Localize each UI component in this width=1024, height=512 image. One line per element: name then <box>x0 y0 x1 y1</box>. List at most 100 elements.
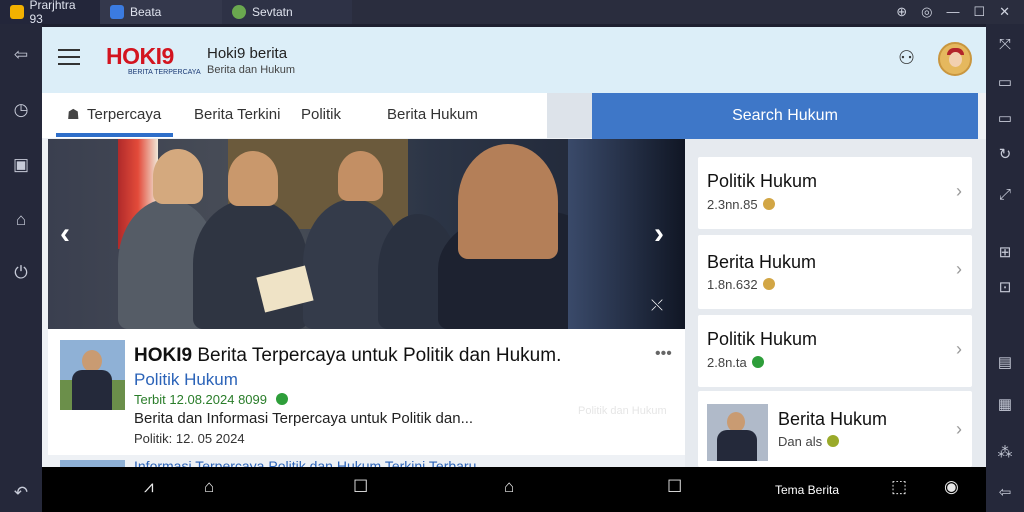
tab-politik[interactable]: Politik <box>301 106 341 123</box>
tab-divider <box>547 93 592 138</box>
card-thumbnail <box>707 404 768 461</box>
search-button[interactable]: Search Hukum <box>592 93 978 139</box>
recents-icon[interactable]: ☐ <box>667 477 682 497</box>
tab-terpercaya[interactable]: Terpercaya <box>87 106 161 123</box>
network-icon[interactable]: ⩘ <box>144 477 154 497</box>
thumb-head <box>82 350 102 372</box>
window-tab-2[interactable]: Beata <box>100 0 222 24</box>
person-head <box>228 151 278 206</box>
undo-icon[interactable]: ↶ <box>10 482 32 504</box>
user-icon[interactable]: ⚇ <box>898 47 915 70</box>
tab-berita-hukum[interactable]: Berita Hukum <box>387 106 478 123</box>
person-head <box>458 144 558 259</box>
tab-berita-terkini[interactable]: Berita Terkini <box>194 106 280 123</box>
home-icon <box>110 5 124 19</box>
active-tab-indicator <box>56 133 173 137</box>
clock-icon[interactable]: ◷ <box>10 99 32 121</box>
card-title: Berita Hukum <box>707 252 817 272</box>
sidebar-card[interactable]: Politik Hukum 2.8n.ta › <box>698 315 972 387</box>
rotate-icon[interactable]: ↻ <box>994 144 1016 166</box>
sidebar-card[interactable]: Berita Hukum 1.8n.632 › <box>698 235 972 309</box>
close-icon[interactable]: ✕ <box>999 4 1010 20</box>
window-tab-3[interactable]: Sevtatn <box>222 0 352 24</box>
logo-tagline: BERITA TERPERCAYA <box>128 69 201 76</box>
card-meta-text: 2.3nn.85 <box>707 197 758 212</box>
right-toolbar: ⤧ ▭ ▭ ↻ ⤢ ⊞ ⊡ ▤ ▦ ⁂ ⇦ <box>986 24 1024 512</box>
carousel-next-button[interactable]: › <box>654 217 664 251</box>
article-meta: Terbit 12.08.2024 8099 <box>134 392 288 407</box>
left-toolbar: ⇦ ◷ ▣ ⌂ ⏻ ↶ <box>0 24 42 512</box>
layout-icon[interactable]: ▤ <box>994 352 1016 374</box>
person-head <box>153 149 203 204</box>
settings-icon[interactable]: ◎ <box>921 4 932 20</box>
camera-icon[interactable]: ◉ <box>944 477 959 497</box>
brand-title: Hoki9 berita <box>207 45 288 62</box>
android-navbar: ⩘ ⌂ ☐ ⌂ ☐ Tema Berita ⬚ ◉ <box>42 467 986 512</box>
more-options-icon[interactable]: ••• <box>655 345 672 363</box>
nav-tabs: ☗ Terpercaya Berita Terkini Politik Beri… <box>42 93 547 138</box>
article-title-brand: HOKI9 <box>134 345 193 366</box>
sidebar-card[interactable]: Berita Hukum Dan als › <box>698 391 972 467</box>
thumb-body <box>717 430 757 461</box>
ghost-text: Politik dan Hukum <box>578 405 667 417</box>
background-shade <box>568 139 685 329</box>
window-titlebar: Prarjhtra 93 Beata Sevtatn ⊕ ◎ — ☐ ✕ <box>0 0 1024 26</box>
card-title: Politik Hukum <box>707 329 818 349</box>
next-article-thumbnail <box>60 460 125 467</box>
verified-icon <box>275 393 288 405</box>
status-dot-icon <box>762 278 775 290</box>
next-article-preview[interactable]: Informasi Terpercaya Politik dan Hukum T… <box>60 458 630 467</box>
back-icon[interactable]: ⇦ <box>10 44 32 66</box>
keyboard-icon[interactable]: ▭ <box>994 72 1016 94</box>
window-tab-label: Prarjhtra 93 <box>29 0 76 26</box>
article-meta-text: Terbit 12.08.2024 8099 <box>134 392 267 407</box>
shake-icon[interactable]: ⁂ <box>994 442 1016 464</box>
card-meta-text: 1.8n.632 <box>707 277 758 292</box>
app-header: HOKI9 BERITA TERPERCAYA Hoki9 berita Ber… <box>42 27 986 93</box>
share-icon[interactable]: ⤬ <box>651 297 663 314</box>
next-article-title: Informasi Terpercaya Politik dan Hukum T… <box>134 458 477 467</box>
sidebar-card[interactable]: Politik Hukum 2.3nn.85 › <box>698 157 972 229</box>
logo[interactable]: HOKI9 <box>106 43 174 70</box>
minimize-icon[interactable]: — <box>946 4 959 20</box>
power-icon[interactable]: ⏻ <box>10 262 32 284</box>
chevron-right-icon: › <box>956 339 962 359</box>
brand-subtitle: Berita dan Hukum <box>207 64 296 76</box>
globe-icon <box>232 5 246 19</box>
location-icon[interactable]: ⊡ <box>994 277 1016 299</box>
home-icon[interactable]: ⌂ <box>10 209 32 231</box>
navbar-label[interactable]: Tema Berita <box>775 483 839 497</box>
menu-icon[interactable] <box>58 49 80 67</box>
carousel-prev-button[interactable]: ‹ <box>60 217 70 251</box>
article-category[interactable]: Politik Hukum <box>134 370 238 390</box>
home-outline-icon[interactable]: ⌂ <box>204 477 214 497</box>
card-meta: Dan als <box>778 434 840 449</box>
article-thumbnail <box>60 340 125 410</box>
screenshot-icon[interactable]: ▣ <box>10 154 32 176</box>
help-icon[interactable]: ⊕ <box>896 4 907 20</box>
volume-icon[interactable]: ▭ <box>994 108 1016 130</box>
card-title: Politik Hukum <box>707 171 818 191</box>
card-title: Berita Hukum <box>778 409 888 429</box>
avatar[interactable] <box>938 42 972 76</box>
home-icon[interactable]: ⌂ <box>504 477 514 497</box>
article-date: Politik: 12. 05 2024 <box>134 431 245 446</box>
back-icon[interactable]: ⇦ <box>994 482 1016 504</box>
article-card[interactable]: HOKI9 Berita Terpercaya untuk Politik da… <box>48 329 685 467</box>
window-tab-1[interactable]: Prarjhtra 93 <box>0 0 100 26</box>
square-icon[interactable]: ☐ <box>353 477 368 497</box>
card-meta-text: Dan als <box>778 434 823 449</box>
macro-icon[interactable]: ▦ <box>994 394 1016 416</box>
article-title-text: Berita Terpercaya untuk Politik dan Huku… <box>197 345 562 366</box>
resize-icon[interactable]: ⤧ <box>994 34 1016 56</box>
thumb-head <box>727 412 745 432</box>
article-title[interactable]: HOKI9 Berita Terpercaya untuk Politik da… <box>134 345 561 367</box>
chevron-right-icon: › <box>956 419 962 439</box>
news-carousel[interactable]: ‹ › ⤬ <box>48 139 685 329</box>
person-figure <box>193 199 308 329</box>
gamepad-icon[interactable]: ⊞ <box>994 242 1016 264</box>
sidebar-list: Politik Hukum 2.3nn.85 › Berita Hukum 1.… <box>685 139 986 467</box>
shake-icon[interactable]: ⤢ <box>994 184 1016 206</box>
expand-icon[interactable]: ⬚ <box>891 477 907 497</box>
maximize-icon[interactable]: ☐ <box>973 4 985 20</box>
